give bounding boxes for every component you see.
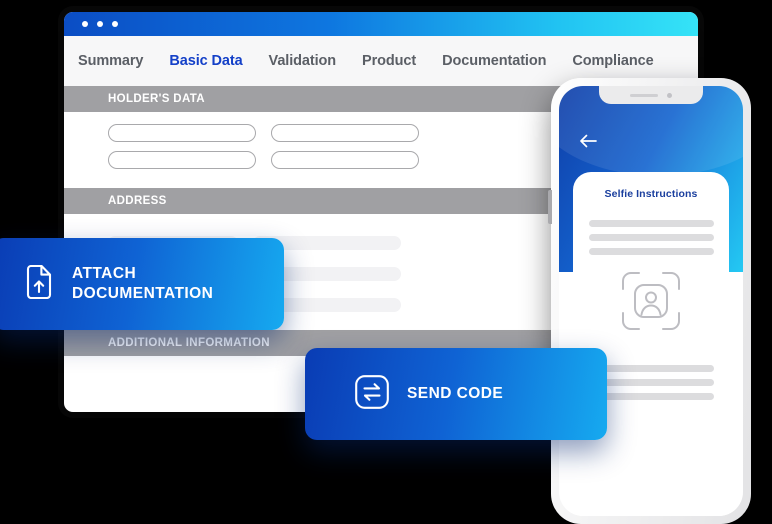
- tab-basic-data[interactable]: Basic Data: [169, 53, 242, 69]
- instruction-line-4: [588, 365, 714, 372]
- tab-validation[interactable]: Validation: [269, 53, 337, 69]
- attach-documentation-label-line1: ATTACH: [72, 264, 137, 282]
- window-dot-2[interactable]: [97, 21, 103, 27]
- phone-notch: [599, 86, 703, 104]
- document-upload-icon: [24, 264, 54, 304]
- instruction-line-6: [588, 393, 714, 400]
- selfie-instructions-title: Selfie Instructions: [604, 188, 698, 200]
- phone-side-button[interactable]: [548, 190, 552, 224]
- instruction-line-5: [588, 379, 714, 386]
- back-arrow-icon[interactable]: [579, 134, 597, 153]
- window-dot-3[interactable]: [112, 21, 118, 27]
- face-scan-icon: [619, 269, 683, 333]
- earpiece-speaker: [630, 93, 658, 97]
- holder-field-4[interactable]: [271, 151, 419, 169]
- attach-documentation-label-line2: DOCUMENTATION: [72, 285, 214, 302]
- attach-documentation-button[interactable]: ATTACH DOCUMENTATION: [0, 238, 284, 330]
- window-dot-1[interactable]: [82, 21, 88, 27]
- instruction-skeleton-group-top: [573, 220, 729, 255]
- tab-summary[interactable]: Summary: [78, 53, 143, 69]
- holder-field-2[interactable]: [271, 124, 419, 142]
- instruction-line-3: [588, 248, 714, 255]
- holder-field-1[interactable]: [108, 124, 256, 142]
- instruction-line-2: [588, 234, 714, 241]
- send-code-button[interactable]: SEND CODE: [305, 348, 607, 440]
- selfie-instructions-card: Selfie Instructions: [573, 172, 729, 516]
- window-titlebar: [64, 12, 698, 36]
- phone-mockup: Selfie Instructions: [548, 78, 751, 524]
- tab-compliance[interactable]: Compliance: [572, 53, 653, 69]
- holder-field-3[interactable]: [108, 151, 256, 169]
- send-code-label: SEND CODE: [407, 384, 504, 402]
- canvas: Summary Basic Data Validation Product Do…: [0, 0, 772, 524]
- front-camera: [667, 92, 672, 98]
- attach-documentation-label-group: ATTACH DOCUMENTATION: [72, 264, 213, 305]
- phone-screen: Selfie Instructions: [559, 86, 743, 516]
- instruction-line-1: [588, 220, 714, 227]
- exchange-arrows-icon: [355, 374, 389, 414]
- tab-documentation[interactable]: Documentation: [442, 53, 546, 69]
- tab-product[interactable]: Product: [362, 53, 416, 69]
